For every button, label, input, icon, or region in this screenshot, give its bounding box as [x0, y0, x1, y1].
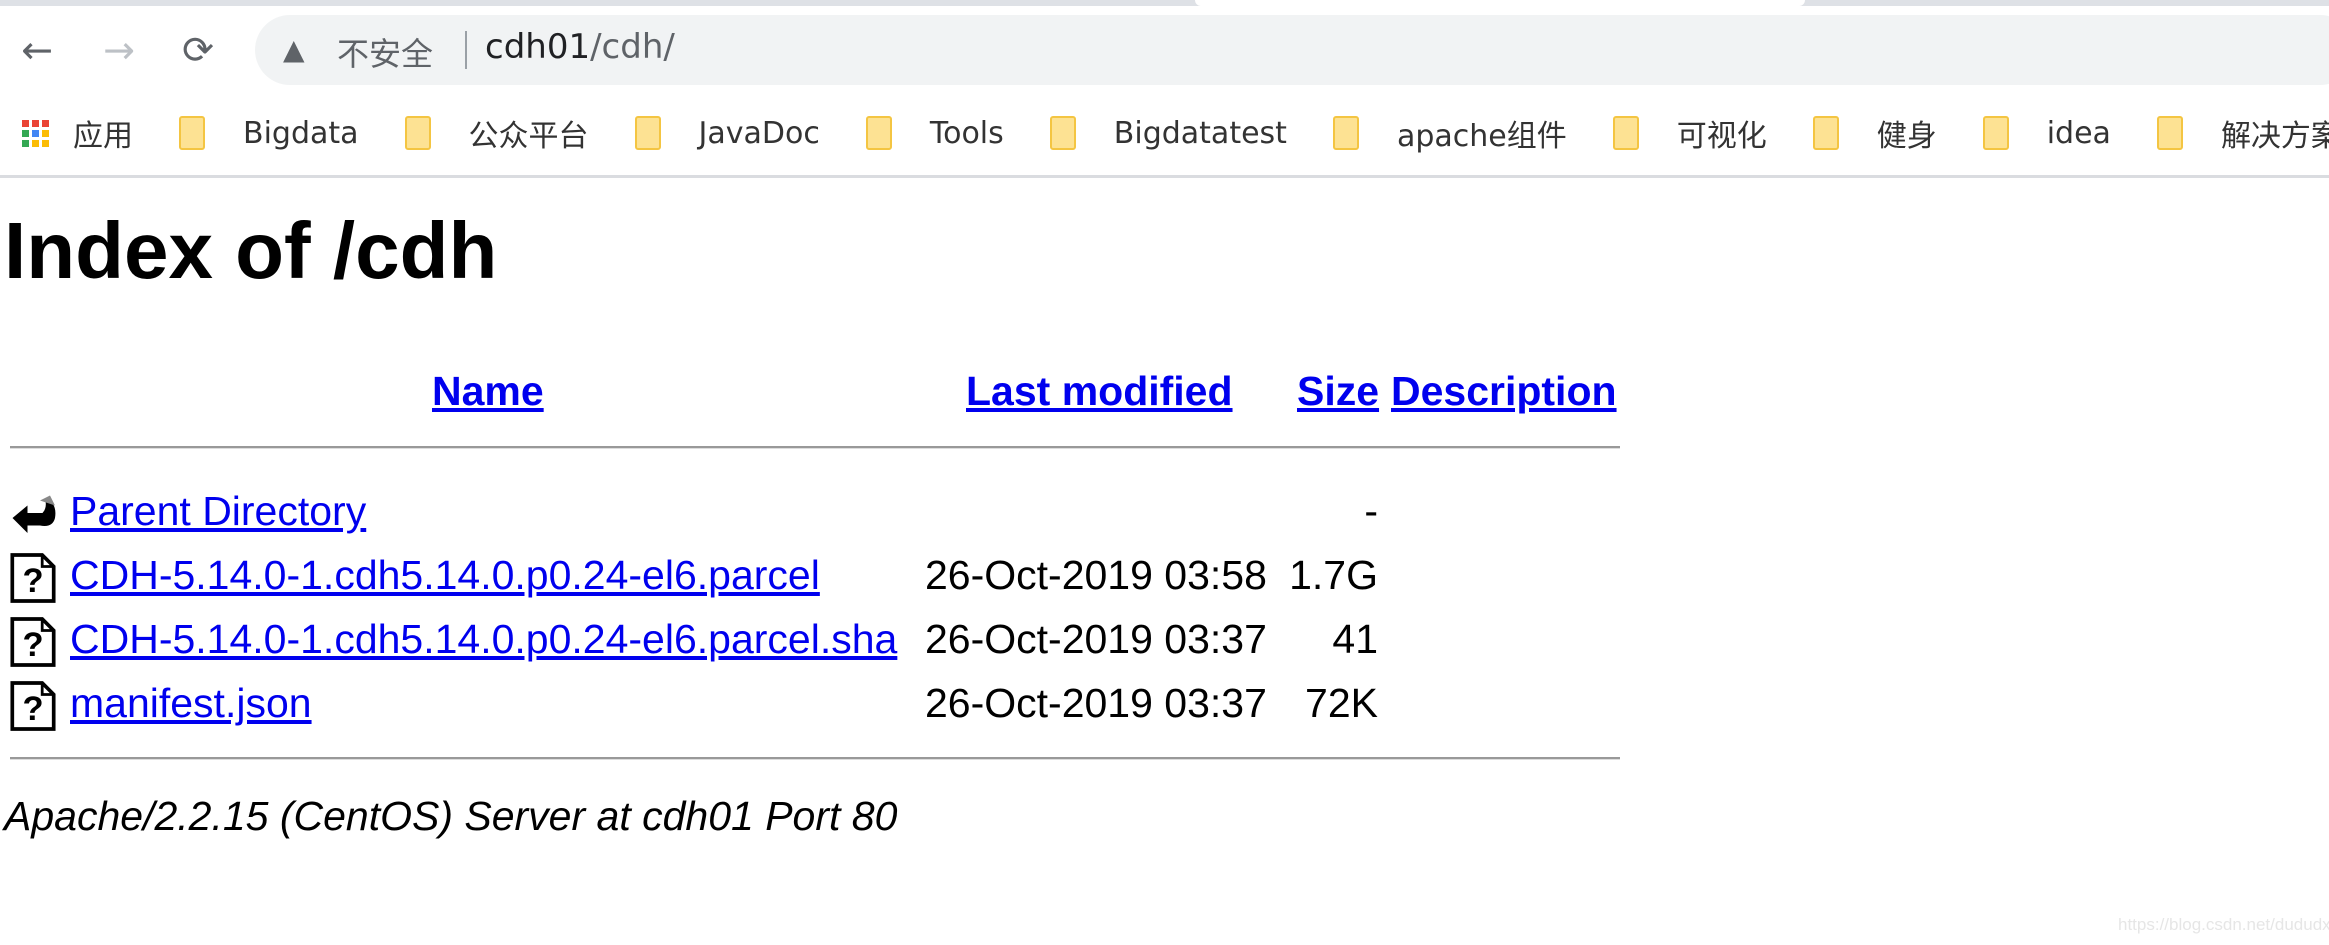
folder-icon — [1812, 116, 1839, 150]
page-title: Index of /cdh — [4, 206, 498, 295]
file-size: - — [1364, 488, 1378, 534]
back-arrow-icon — [10, 488, 60, 540]
sort-size-link[interactable]: Size — [1297, 368, 1379, 415]
forward-button[interactable]: → — [97, 28, 141, 72]
security-label[interactable]: 不安全 — [337, 29, 433, 75]
back-button[interactable]: ← — [15, 28, 59, 72]
divider — [10, 446, 1620, 449]
folder-icon — [865, 116, 892, 150]
bookmark-label: 健身 — [1876, 119, 1937, 154]
table-row: ? manifest.json 26-Oct-2019 03:37 72K — [0, 676, 1400, 732]
svg-text:?: ? — [22, 690, 43, 728]
unknown-file-icon: ? — [10, 552, 60, 604]
folder-icon — [404, 116, 431, 150]
folder-icon — [2156, 116, 2183, 150]
bookmark-apps[interactable]: 应用 — [22, 111, 133, 155]
bookmark-item[interactable]: 解决方案 — [2156, 111, 2329, 155]
table-row: ? CDH-5.14.0-1.cdh5.14.0.p0.24-el6.parcel… — [0, 612, 1400, 668]
file-link[interactable]: CDH-5.14.0-1.cdh5.14.0.p0.24-el6.parcel — [70, 552, 820, 599]
apps-grid-icon — [22, 119, 49, 147]
unknown-file-icon: ? — [10, 680, 60, 732]
bookmark-item[interactable]: Tools — [865, 115, 1004, 151]
file-link[interactable]: Parent Directory — [70, 488, 366, 535]
tab-strip — [0, 0, 2329, 6]
folder-icon — [179, 116, 205, 150]
server-signature: Apache/2.2.15 (CentOS) Server at cdh01 P… — [4, 793, 898, 839]
bookmark-item[interactable]: 健身 — [1812, 111, 1937, 155]
svg-text:?: ? — [22, 562, 43, 600]
divider — [10, 757, 1620, 760]
table-row: Parent Directory - — [0, 484, 1400, 540]
folder-icon — [1982, 116, 2009, 150]
url-text[interactable]: cdh01/cdh/ — [485, 27, 675, 67]
last-modified: 26-Oct-2019 03:58 — [925, 552, 1267, 598]
file-size: 72K — [1305, 680, 1378, 726]
last-modified: 26-Oct-2019 03:37 — [925, 680, 1267, 726]
unknown-file-icon: ? — [10, 616, 60, 668]
file-size: 1.7G — [1289, 552, 1378, 598]
file-link[interactable]: CDH-5.14.0-1.cdh5.14.0.p0.24-el6.parcel.… — [70, 616, 897, 663]
bookmark-item[interactable]: 可视化 — [1612, 111, 1767, 155]
bookmark-label: Tools — [929, 115, 1004, 151]
url-host: cdh01 — [485, 27, 591, 67]
folder-icon — [634, 116, 661, 150]
sort-modified-link[interactable]: Last modified — [966, 368, 1233, 415]
folder-icon — [1049, 116, 1076, 150]
sort-name-link[interactable]: Name — [432, 368, 544, 415]
omnibox-divider — [465, 31, 467, 69]
url-path: /cdh/ — [590, 27, 675, 67]
last-modified: 26-Oct-2019 03:37 — [925, 616, 1267, 662]
bookmark-item[interactable]: JavaDoc — [634, 115, 820, 151]
sort-description-link[interactable]: Description — [1391, 368, 1617, 415]
bookmark-label: 可视化 — [1676, 119, 1767, 154]
warning-icon[interactable]: ▲ — [283, 33, 305, 66]
active-tab[interactable] — [1195, 0, 1805, 6]
bookmark-label: Bigdatatest — [1113, 115, 1287, 151]
bookmark-item[interactable]: apache组件 — [1332, 111, 1567, 155]
bookmark-item[interactable]: Bigdatatest — [1049, 115, 1287, 151]
reload-button[interactable]: ⟳ — [176, 28, 220, 72]
bookmark-label: 解决方案 — [2220, 119, 2329, 154]
file-link[interactable]: manifest.json — [70, 680, 312, 727]
bookmark-label: 公众平台 — [468, 119, 589, 154]
bookmark-label: Bigdata — [243, 115, 359, 151]
bookmark-label: 应用 — [73, 119, 133, 154]
watermark: https://blog.csdn.net/dududxt — [2118, 915, 2329, 934]
bookmark-label: apache组件 — [1396, 119, 1567, 154]
folder-icon — [1612, 116, 1639, 150]
toolbar-divider — [0, 175, 2329, 178]
bookmark-label: idea — [2046, 115, 2111, 151]
folder-icon — [1332, 116, 1359, 150]
table-row: ? CDH-5.14.0-1.cdh5.14.0.p0.24-el6.parcel… — [0, 548, 1400, 604]
bookmark-item[interactable]: Bigdata — [179, 116, 359, 151]
bookmark-item[interactable]: idea — [1982, 115, 2111, 151]
bookmark-label: JavaDoc — [698, 115, 820, 151]
bookmarks-bar: 应用 Bigdata 公众平台 JavaDoc Tools Bigdatatest apac… — [0, 100, 2329, 166]
svg-text:?: ? — [22, 626, 43, 664]
file-size: 41 — [1332, 616, 1378, 662]
bookmark-item[interactable]: 公众平台 — [404, 111, 589, 155]
